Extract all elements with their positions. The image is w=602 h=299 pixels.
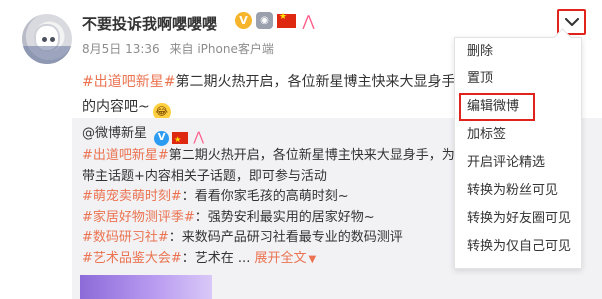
- repost-image-thumbnail[interactable]: [80, 275, 212, 299]
- menu-item-self-visible[interactable]: 转换为仅自己可见: [455, 233, 581, 261]
- post-text-body: 第二期火热开启，各位新星博主快来大显身手: [175, 74, 456, 90]
- menu-item-delete[interactable]: 删除: [455, 38, 581, 66]
- expand-full-text-link[interactable]: 展开全文: [254, 251, 306, 266]
- repost-topic-link[interactable]: #艺术品鉴大会#: [82, 251, 182, 266]
- verified-v-icon: V: [235, 12, 252, 29]
- repost-topic-link[interactable]: #数码研习社#: [82, 230, 169, 245]
- repost-author[interactable]: @微博新星: [82, 126, 147, 141]
- username[interactable]: 不要投诉我啊嚶嚶嚶: [82, 13, 217, 34]
- post-date[interactable]: 8月5日 13:36: [82, 42, 160, 56]
- menu-item-enable-featured-comments[interactable]: 开启评论精选: [455, 149, 581, 177]
- repost-line2: 带主话题+内容相关子话题，即可参与活动: [82, 168, 327, 184]
- post-options-menu: 删除 置顶 编辑微博 加标签 开启评论精选 转换为粉丝可见 转换为好友圈可见 转…: [454, 37, 582, 269]
- robot-badge-icon: ◉: [256, 12, 273, 29]
- menu-item-add-tag[interactable]: 加标签: [455, 121, 581, 149]
- user-badges: V ◉ ⋀: [235, 12, 317, 29]
- chevron-down-icon[interactable]: ▼: [308, 254, 316, 265]
- menu-item-pin[interactable]: 置顶: [455, 65, 581, 93]
- menu-item-friends-visible[interactable]: 转换为好友圈可见: [455, 205, 581, 233]
- repost-line1: 第二期火热开启，各位新星博主快来大显身手，为大家呈: [168, 148, 494, 164]
- china-flag-icon: [172, 130, 189, 151]
- repost-item-text: ：看看你家毛孩的高萌时刻~: [181, 189, 349, 205]
- post-source: 来自 iPhone客户端: [169, 42, 274, 56]
- verified-blue-v-icon: V: [154, 130, 170, 146]
- post-text-line2: 的内容吧~: [82, 99, 150, 115]
- menu-item-edit-post[interactable]: 编辑微博: [459, 93, 535, 121]
- post-text: #出道吧新星#第二期火热开启，各位新星博主快来大显身手 的内容吧~ 😂: [82, 70, 474, 121]
- chevron-down-icon: [564, 17, 579, 26]
- menu-item-fans-visible[interactable]: 转换为粉丝可见: [455, 177, 581, 205]
- post-topic-link[interactable]: #出道吧新星#: [82, 74, 175, 90]
- china-flag-icon: [277, 12, 296, 28]
- repost-item-text: ：艺术在 ...: [181, 250, 251, 266]
- avatar[interactable]: [22, 14, 72, 64]
- repost-item-text: ：强势安利最实用的居家好物~: [194, 209, 375, 225]
- repost-topic-link[interactable]: #萌宠卖萌时刻#: [82, 189, 182, 204]
- repost-topic-link[interactable]: #家居好物测评季#: [82, 210, 195, 225]
- crown-badge-icon: ⋀: [193, 130, 204, 146]
- crown-badge-icon: ⋀: [302, 11, 315, 30]
- repost-item-text: ：来数码产品研习社看最专业的数码测评: [168, 230, 403, 246]
- repost-topic-link[interactable]: #出道吧新星#: [82, 148, 169, 163]
- post-meta: 8月5日 13:36 来自 iPhone客户端: [82, 40, 274, 57]
- repost-content: @微博新星 V ⋀ #出道吧新星#第二期火热开启，各位新星博主快来大显身手，为大…: [82, 124, 512, 270]
